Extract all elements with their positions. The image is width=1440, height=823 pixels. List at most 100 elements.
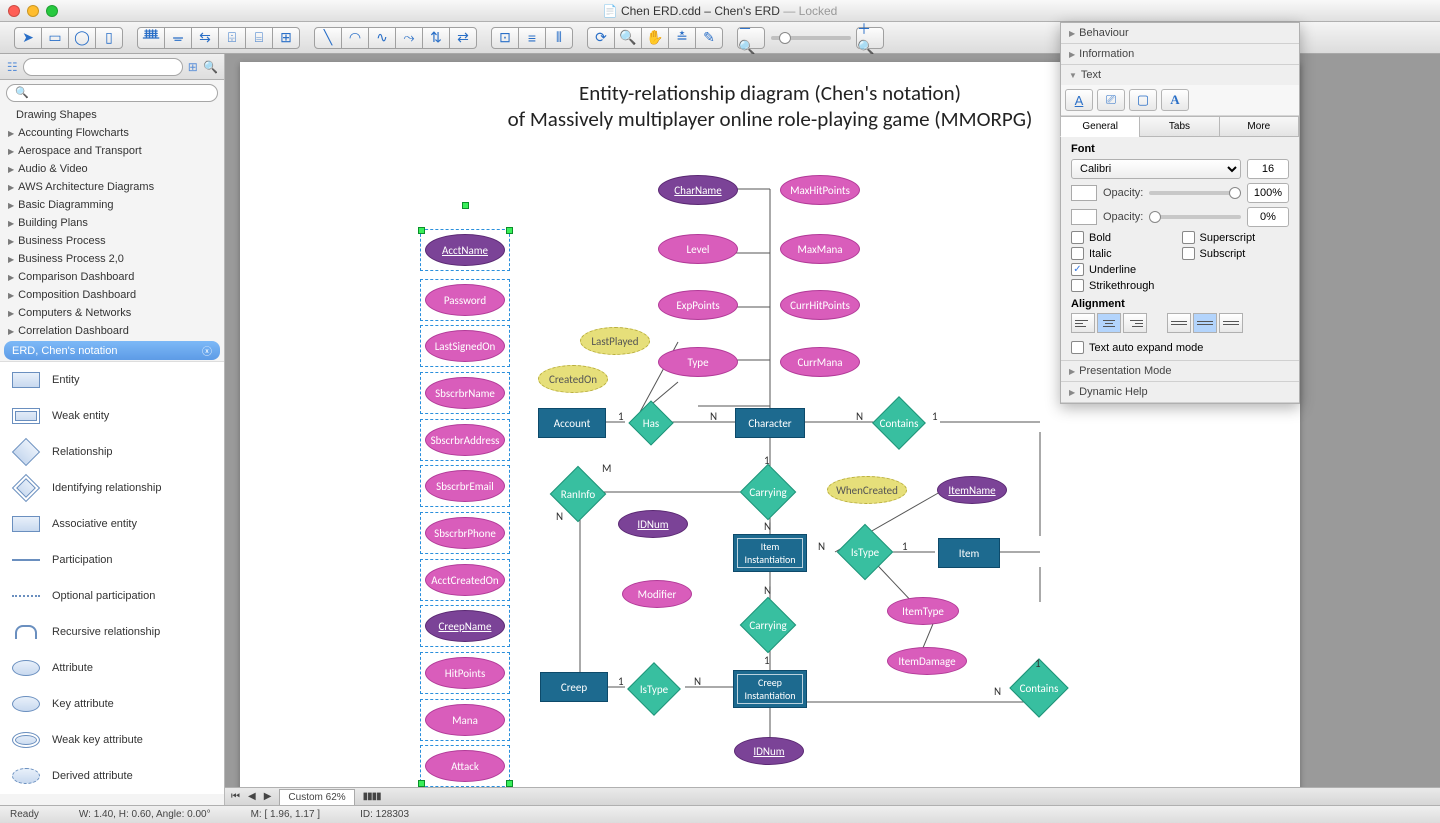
library-search-input[interactable] [23, 58, 183, 76]
rel-carrying2[interactable]: Carrying [748, 605, 788, 645]
text-color-swatch[interactable] [1071, 185, 1097, 201]
minimize-window-button[interactable] [27, 5, 39, 17]
chain-icon[interactable]: ⇆ [191, 27, 219, 49]
align-center-button[interactable] [1097, 313, 1121, 333]
library-item[interactable]: ▶Composition Dashboard [0, 286, 224, 304]
bg-color-swatch[interactable] [1071, 209, 1097, 225]
attr-creepname[interactable]: CreepName [425, 610, 505, 642]
line-tool-button[interactable]: ╲ [314, 27, 342, 49]
attr-itemdamage[interactable]: ItemDamage [887, 647, 967, 675]
shape-relationship[interactable]: Relationship [0, 434, 224, 470]
underline-style-icon[interactable]: A [1065, 89, 1093, 111]
selection-handle[interactable] [506, 780, 513, 787]
attr-itemname[interactable]: ItemName [937, 476, 1007, 504]
ellipse-tool-button[interactable]: ◯ [68, 27, 96, 49]
library-search-icon[interactable]: 🔍 [203, 57, 218, 77]
rel-istype2[interactable]: IsType [635, 670, 673, 708]
stamp-icon[interactable]: ≛ [668, 27, 696, 49]
attr-mana[interactable]: Mana [425, 704, 505, 736]
zoom-indicator[interactable]: Custom 62% [279, 789, 354, 805]
page-thumbs-icon[interactable]: ▮▮▮▮ [363, 791, 381, 802]
align-left-button[interactable] [1071, 313, 1095, 333]
library-item[interactable]: ▶Basic Diagramming [0, 196, 224, 214]
align-right-button[interactable] [1123, 313, 1147, 333]
rel-contains2[interactable]: Contains [1018, 667, 1060, 709]
attr-acctcreated[interactable]: AcctCreatedOn [425, 564, 505, 596]
strike-checkbox[interactable]: Strikethrough [1071, 279, 1179, 292]
attr-idnum2[interactable]: IDNum [734, 737, 804, 765]
library-item[interactable]: ▶Business Process 2,0 [0, 250, 224, 268]
inspector-dynhelp-header[interactable]: ▶Dynamic Help [1061, 382, 1299, 402]
selection-handle[interactable] [418, 227, 425, 234]
italic-checkbox[interactable]: Italic [1071, 247, 1179, 260]
zoom-tool-icon[interactable]: 🔍 [614, 27, 642, 49]
zoom-slider[interactable] [771, 36, 851, 40]
shape-weak-key-attribute[interactable]: Weak key attribute [0, 722, 224, 758]
attr-sbscname[interactable]: SbscrbrName [425, 377, 505, 409]
entity-character[interactable]: Character [735, 408, 805, 438]
attr-password[interactable]: Password [425, 284, 505, 316]
superscript-checkbox[interactable]: Superscript [1182, 231, 1290, 244]
tab-nav-prev-icon[interactable]: ◀ [248, 791, 256, 802]
attr-maxmana[interactable]: MaxMana [780, 234, 860, 264]
library-item[interactable]: ▶AWS Architecture Diagrams [0, 178, 224, 196]
inspector-tab-more[interactable]: More [1219, 116, 1299, 137]
library-tree-icon[interactable]: ☷ [6, 57, 19, 77]
library-item[interactable]: ▶Comparison Dashboard [0, 268, 224, 286]
font-icon[interactable]: A [1161, 89, 1189, 111]
text-opacity-input[interactable] [1247, 183, 1289, 203]
library-item[interactable]: ▶Accounting Flowcharts [0, 124, 224, 142]
attr-exppoints[interactable]: ExpPoints [658, 290, 738, 320]
attr-attack[interactable]: Attack [425, 750, 505, 782]
shape-key-attribute[interactable]: Key attribute [0, 686, 224, 722]
inspector-behaviour-header[interactable]: ▶Behaviour [1061, 23, 1299, 43]
inspector-presentation-header[interactable]: ▶Presentation Mode [1061, 361, 1299, 381]
entity-creepinst[interactable]: Creep Instantiation [733, 670, 807, 708]
attr-modifier[interactable]: Modifier [622, 580, 692, 608]
shape-derived-attribute[interactable]: Derived attribute [0, 758, 224, 794]
rel-raninfo[interactable]: RanInfo [558, 474, 598, 514]
selection-handle[interactable] [506, 227, 513, 234]
attr-lastplayed[interactable]: LastPlayed [580, 327, 650, 355]
attr-lastsigned[interactable]: LastSignedOn [425, 330, 505, 362]
entity-item[interactable]: Item [938, 538, 1000, 568]
attr-itemtype[interactable]: ItemType [887, 597, 959, 625]
underline-checkbox[interactable]: ✓Underline [1071, 263, 1179, 276]
library-grid-icon[interactable]: ⊞ [187, 57, 200, 77]
inspector-tab-general[interactable]: General [1060, 116, 1140, 137]
library-item[interactable]: ▶Building Plans [0, 214, 224, 232]
library-item[interactable]: ▶Correlation Dashboard [0, 322, 224, 340]
valign-bottom-button[interactable] [1219, 313, 1243, 333]
grid-icon[interactable]: ⊞ [272, 27, 300, 49]
library-active[interactable]: ERD, Chen's notationⓧ [4, 341, 220, 360]
entity-iteminst[interactable]: Item Instantiation [733, 534, 807, 572]
shape-recursive[interactable]: Recursive relationship [0, 614, 224, 650]
attr-level[interactable]: Level [658, 234, 738, 264]
eyedropper-icon[interactable]: ✎ [695, 27, 723, 49]
attr-maxhp[interactable]: MaxHitPoints [780, 175, 860, 205]
tab-nav-next-icon[interactable]: ▶ [264, 791, 272, 802]
shadow-icon[interactable]: ▢ [1129, 89, 1157, 111]
zoom-window-button[interactable] [46, 5, 58, 17]
refresh-icon[interactable]: ⟳ [587, 27, 615, 49]
attr-currmana[interactable]: CurrMana [780, 347, 860, 377]
font-size-input[interactable] [1247, 159, 1289, 179]
distribute-icon[interactable]: ⫴ [545, 27, 573, 49]
tab-nav-first-icon[interactable]: ⏮ [231, 791, 240, 802]
shape-participation[interactable]: Participation [0, 542, 224, 578]
library-item[interactable]: ▶Aerospace and Transport [0, 142, 224, 160]
valign-top-button[interactable] [1167, 313, 1191, 333]
pointer-tool-button[interactable]: ➤ [14, 27, 42, 49]
align-icon[interactable]: ≡ [518, 27, 546, 49]
rel-has[interactable]: Has [635, 407, 667, 439]
org-icon[interactable]: ⌹ [218, 27, 246, 49]
snap-icon[interactable]: ⊡ [491, 27, 519, 49]
library-item[interactable]: ▶Computers & Networks [0, 304, 224, 322]
inspector-tab-tabs[interactable]: Tabs [1139, 116, 1219, 137]
library-filter-input[interactable] [6, 84, 218, 102]
bold-checkbox[interactable]: Bold [1071, 231, 1179, 244]
tree-v-icon[interactable]: ᚚ [164, 27, 192, 49]
connector-v-icon[interactable]: ⇅ [422, 27, 450, 49]
library-item[interactable]: ▶Business Process [0, 232, 224, 250]
attr-sbscaddr[interactable]: SbscrbrAddress [425, 424, 505, 456]
